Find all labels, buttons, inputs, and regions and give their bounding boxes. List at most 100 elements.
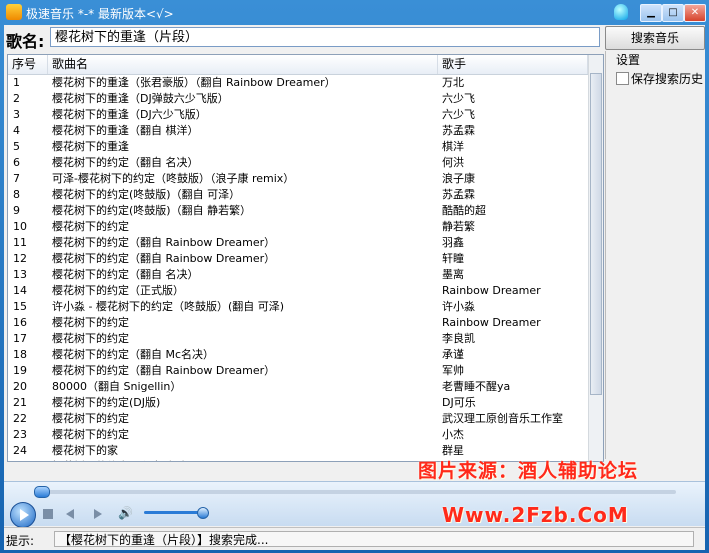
list-item[interactable]: 22 樱花树下的约定 武汉理工原创音乐工作室: [8, 411, 588, 427]
list-item[interactable]: 5 樱花树下的重逢 棋洋: [8, 139, 588, 155]
save-history-checkbox[interactable]: [616, 72, 629, 85]
row-index: 20: [13, 380, 27, 393]
list-item[interactable]: 6 樱花树下的约定（翻自 名决） 何洪: [8, 155, 588, 171]
list-item[interactable]: 13 樱花树下的约定（翻自 名决） 墨离: [8, 267, 588, 283]
list-item[interactable]: 23 樱花树下的约定 小杰: [8, 427, 588, 443]
row-index: 6: [13, 156, 20, 169]
list-item[interactable]: 8 樱花树下的约定(咚鼓版)（翻自 可泽） 苏孟霖: [8, 187, 588, 203]
list-item[interactable]: 15 许小淼 - 樱花树下的约定（咚鼓版）(翻自 可泽) 许小淼: [8, 299, 588, 315]
row-song-title: 樱花树下的重逢（翻自 棋洋）: [52, 124, 199, 137]
status-text: 【樱花树下的重逢（片段）】搜索完成...: [54, 531, 694, 547]
row-index: 13: [13, 268, 27, 281]
watermark-url: Www.2Fzb.CoM: [442, 503, 629, 527]
row-artist: 老曹睡不醒ya: [442, 380, 511, 393]
list-item[interactable]: 10 樱花树下的约定 静若繁: [8, 219, 588, 235]
row-song-title: 樱花树下的约定: [52, 316, 129, 329]
list-item[interactable]: 19 樱花树下的约定（翻自 Rainbow Dreamer） 军帅: [8, 363, 588, 379]
list-item[interactable]: 11 樱花树下的约定（翻自 Rainbow Dreamer） 羽鑫: [8, 235, 588, 251]
row-song-title: 樱花树下的约定（翻自 名决）: [52, 268, 199, 281]
row-index: 11: [13, 236, 27, 249]
minimize-button[interactable]: ▁: [640, 4, 662, 22]
row-song-title: 樱花树下的约定（翻自 Rainbow Dreamer）: [52, 364, 276, 377]
row-artist: 酷酷的超: [442, 204, 486, 217]
row-song-title: 樱花树下的重逢（DJ弹鼓六少飞版）: [52, 92, 229, 105]
settings-panel: 设置 保存搜索历史: [605, 51, 704, 459]
skin-icon[interactable]: [614, 4, 628, 20]
volume-icon[interactable]: 🔊: [118, 506, 133, 520]
row-artist: Rainbow Dreamer: [442, 284, 541, 297]
list-item[interactable]: 7 可泽-樱花树下的约定（咚鼓版）（浪子康 remix） 浪子康: [8, 171, 588, 187]
scrollbar-thumb[interactable]: [590, 73, 602, 395]
row-index: 18: [13, 348, 27, 361]
row-index: 7: [13, 172, 20, 185]
stop-icon[interactable]: [43, 509, 53, 519]
column-header-index[interactable]: 序号: [8, 55, 48, 74]
close-button[interactable]: ✕: [684, 4, 706, 22]
row-artist: 羽鑫: [442, 236, 464, 249]
title-bar[interactable]: 极速音乐 *-* 最新版本<√> ▁ □ ✕: [0, 0, 709, 25]
column-header-artist[interactable]: 歌手: [438, 55, 588, 74]
list-rows: 1 樱花树下的重逢（张君豪版）（翻自 Rainbow Dreamer） 万北 2 樱花树…: [8, 75, 588, 461]
row-artist: 静若繁: [442, 220, 475, 233]
row-song-title: 樱花树下的约定: [52, 412, 129, 425]
row-song-title: 樱花树下的重逢: [52, 140, 129, 153]
seek-thumb[interactable]: [34, 486, 50, 498]
save-history-label[interactable]: 保存搜索历史: [631, 70, 703, 87]
row-song-title: 樱花树下的重逢（张君豪版）（翻自 Rainbow Dreamer）: [52, 76, 336, 89]
row-artist: 万北: [442, 76, 464, 89]
seek-track[interactable]: [36, 490, 676, 494]
row-index: 3: [13, 108, 20, 121]
row-index: 4: [13, 124, 20, 137]
row-artist: 李良凯: [442, 332, 475, 345]
status-bar: 提示: 【樱花树下的重逢（片段）】搜索完成...: [4, 527, 705, 550]
list-item[interactable]: 3 樱花树下的重逢（DJ六少飞版） 六少飞: [8, 107, 588, 123]
app-window: 极速音乐 *-* 最新版本<√> ▁ □ ✕ 歌名: 樱花树下的重逢（片段） 搜…: [0, 0, 709, 553]
list-item[interactable]: 9 樱花树下的约定(咚鼓版)（翻自 静若繁） 酷酷的超: [8, 203, 588, 219]
row-artist: 何洪: [442, 156, 464, 169]
maximize-button[interactable]: □: [662, 4, 684, 22]
list-header: 序号 歌曲名 歌手: [8, 55, 588, 75]
watermark-source: 图片来源：酒人辅助论坛: [418, 460, 639, 482]
row-artist: 六少飞: [442, 108, 475, 121]
row-artist: 轩瞳: [442, 252, 464, 265]
row-artist: 苏孟霖: [442, 188, 475, 201]
app-logo-icon: [6, 4, 22, 20]
list-item[interactable]: 21 樱花树下的约定(DJ版) DJ可乐: [8, 395, 588, 411]
row-index: 5: [13, 140, 20, 153]
row-artist: 棋洋: [442, 140, 464, 153]
column-header-song[interactable]: 歌曲名: [48, 55, 438, 74]
row-artist: 武汉理工原创音乐工作室: [442, 412, 563, 425]
next-icon[interactable]: [94, 509, 102, 519]
song-list[interactable]: 序号 歌曲名 歌手 1 樱花树下的重逢（张君豪版）（翻自 Rainbow Drea…: [7, 54, 604, 462]
search-input[interactable]: 樱花树下的重逢（片段）: [50, 27, 600, 47]
list-item[interactable]: 16 樱花树下的约定 Rainbow Dreamer: [8, 315, 588, 331]
list-item[interactable]: 20 80000（翻自 Snigellin） 老曹睡不醒ya: [8, 379, 588, 395]
volume-thumb[interactable]: [196, 507, 209, 519]
row-index: 2: [13, 92, 20, 105]
row-index: 19: [13, 364, 27, 377]
list-item[interactable]: 18 樱花树下的约定（翻自 Mc名决） 承谨: [8, 347, 588, 363]
play-button[interactable]: [10, 502, 36, 528]
row-song-title: 樱花树下的约定: [52, 220, 129, 233]
list-item[interactable]: 4 樱花树下的重逢（翻自 棋洋） 苏孟霖: [8, 123, 588, 139]
list-item[interactable]: 12 樱花树下的约定（翻自 Rainbow Dreamer） 轩瞳: [8, 251, 588, 267]
search-button[interactable]: 搜索音乐: [605, 26, 705, 50]
list-item[interactable]: 14 樱花树下的约定（正式版） Rainbow Dreamer: [8, 283, 588, 299]
list-item[interactable]: 1 樱花树下的重逢（张君豪版）（翻自 Rainbow Dreamer） 万北: [8, 75, 588, 91]
row-index: 9: [13, 204, 20, 217]
previous-icon[interactable]: [66, 509, 74, 519]
row-artist: DJ可乐: [442, 396, 476, 409]
row-artist: 墨离: [442, 268, 464, 281]
list-item[interactable]: 17 樱花树下的约定 李良凯: [8, 331, 588, 347]
row-song-title: 樱花树下的约定（翻自 Rainbow Dreamer）: [52, 236, 276, 249]
row-artist: 六少飞: [442, 92, 475, 105]
status-label: 提示:: [6, 534, 35, 548]
row-song-title: 可泽-樱花树下的约定（咚鼓版）（浪子康 remix）: [52, 172, 295, 185]
settings-title: 设置: [616, 53, 641, 67]
row-artist: 浪子康: [442, 172, 475, 185]
list-scrollbar[interactable]: [588, 55, 603, 461]
list-item[interactable]: 2 樱花树下的重逢（DJ弹鼓六少飞版） 六少飞: [8, 91, 588, 107]
row-song-title: 80000（翻自 Snigellin）: [52, 380, 182, 393]
search-label: 歌名:: [6, 32, 45, 51]
row-index: 21: [13, 396, 27, 409]
